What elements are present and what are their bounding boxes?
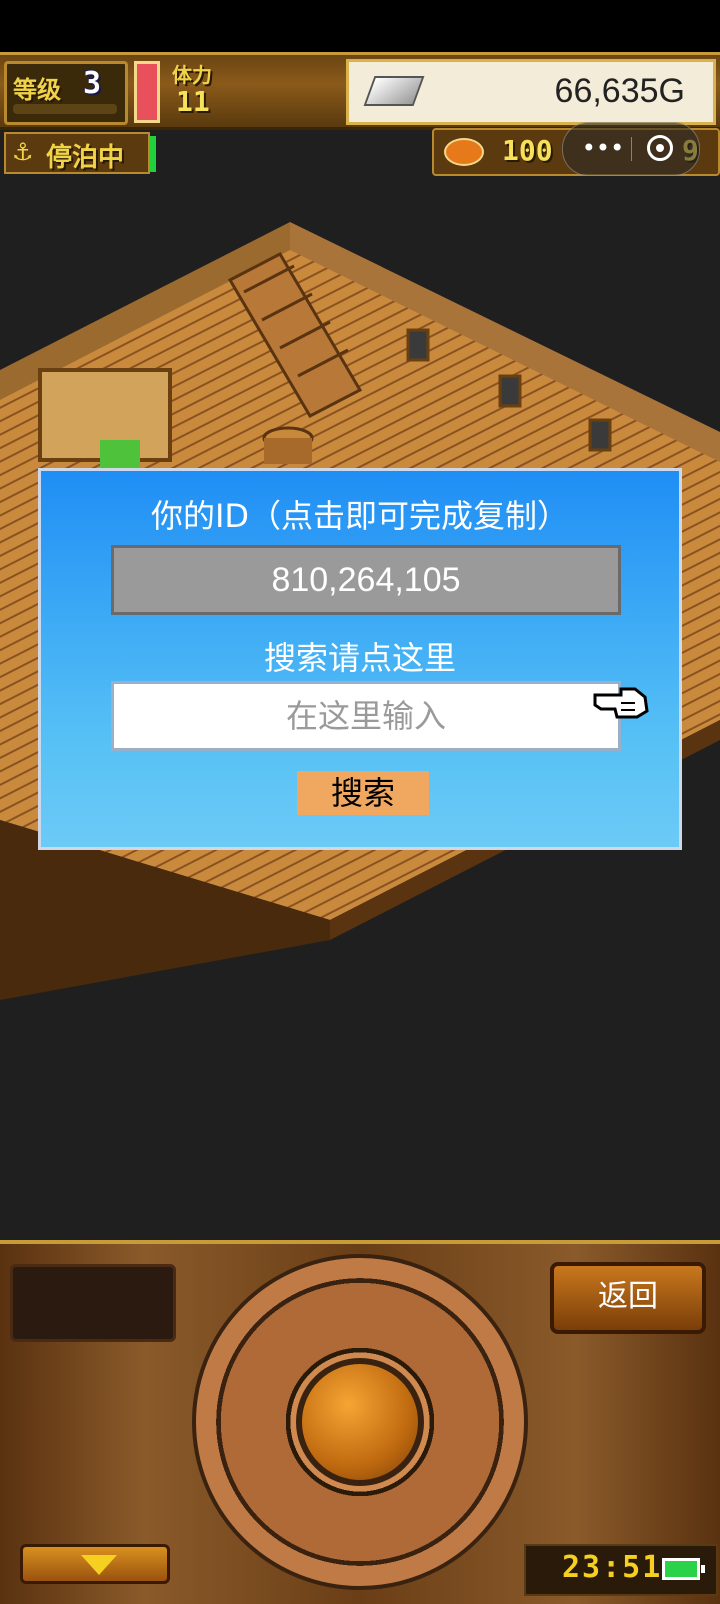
- capsule-menu[interactable]: •••: [562, 122, 700, 176]
- dock-status-panel: ⚓ 停泊中: [4, 132, 150, 174]
- player-id-value[interactable]: 810,264,105: [114, 548, 618, 612]
- direction-pad[interactable]: [192, 1254, 528, 1590]
- search-button[interactable]: 搜索: [297, 771, 429, 815]
- resource-value: 100: [502, 134, 553, 167]
- id-search-dialog: 你的ID（点击即可完成复制） 810,264,105 搜索请点这里 在这里输入 …: [38, 468, 682, 850]
- pointing-hand-icon: [593, 687, 649, 719]
- stamina-gauge: [134, 61, 160, 123]
- back-button[interactable]: 返回: [550, 1262, 706, 1334]
- search-label: 搜索请点这里: [263, 639, 456, 677]
- dialog-title: 你的ID（点击即可完成复制）: [150, 497, 570, 535]
- search-input[interactable]: 在这里输入: [111, 681, 621, 751]
- stamina-label: 体力: [172, 63, 212, 87]
- level-progress-bar: [13, 104, 117, 114]
- clock-panel: 23:51: [524, 1544, 718, 1596]
- stamina-value: 11: [176, 85, 210, 118]
- player-id-box[interactable]: 810,264,105: [111, 545, 621, 615]
- status-indicator: [150, 136, 156, 172]
- control-panel: 返回 23:51: [0, 1240, 720, 1604]
- status-bar-area: [0, 0, 720, 52]
- fish-icon: [444, 138, 484, 166]
- more-icon[interactable]: •••: [581, 133, 625, 163]
- battery-icon: [662, 1558, 705, 1580]
- dock-status-label: 停泊中: [46, 143, 125, 173]
- triangle-down-icon: [81, 1555, 117, 1575]
- hud-top-row: 等级 3 体力 11 66,635G: [0, 52, 720, 130]
- anchor-icon: ⚓: [12, 138, 34, 166]
- clock-time: 23:51: [562, 1550, 663, 1585]
- capsule-divider: [631, 137, 632, 161]
- silver-ingot-icon: [363, 76, 425, 106]
- level-panel: 等级 3: [4, 61, 128, 125]
- info-screen: [10, 1264, 176, 1342]
- level-label: 等级: [13, 76, 61, 104]
- gold-value: 66,635G: [554, 72, 685, 110]
- gold-panel: 66,635G: [346, 59, 716, 125]
- dpad-center-button[interactable]: [296, 1358, 424, 1486]
- level-value: 3: [83, 66, 102, 101]
- close-target-icon[interactable]: [647, 135, 673, 161]
- menu-toggle-button[interactable]: [20, 1544, 170, 1584]
